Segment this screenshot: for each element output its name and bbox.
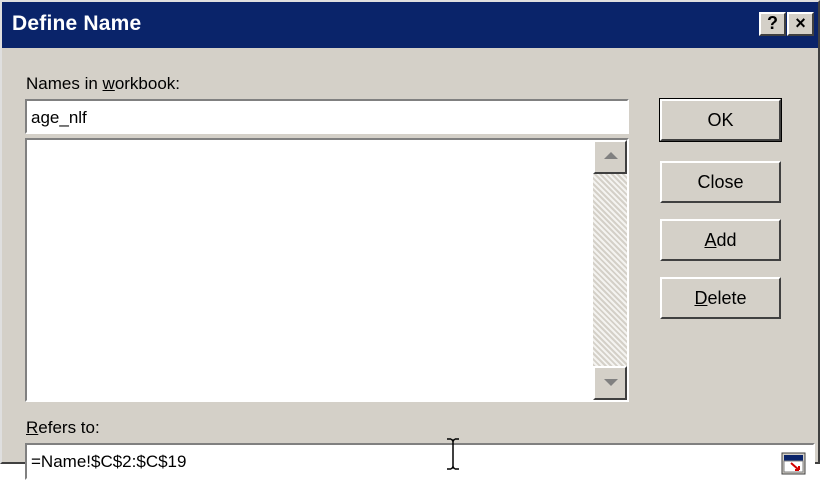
collapse-dialog-button[interactable] [781, 451, 807, 477]
add-button[interactable]: Add [660, 219, 781, 261]
arrow-up-icon [604, 152, 618, 159]
name-input-value: age_nlf [31, 108, 87, 127]
close-window-button[interactable]: × [787, 12, 814, 36]
scroll-up-button[interactable] [593, 140, 627, 174]
name-input[interactable]: age_nlf [25, 99, 629, 134]
define-name-dialog: Define Name ? × Names in workbook: age_n… [0, 0, 820, 480]
text-cursor-icon [447, 438, 459, 470]
refers-to-label: Refers to: [26, 418, 100, 437]
range-select-icon [781, 452, 806, 475]
close-button[interactable]: Close [660, 161, 781, 203]
names-list[interactable] [25, 138, 629, 402]
refers-to-input[interactable]: =Name!$C$2:$C$19 [25, 443, 815, 480]
refers-to-value: =Name!$C$2:$C$19 [31, 452, 187, 471]
question-icon: ? [767, 13, 778, 33]
names-in-workbook-label: Names in workbook: [26, 74, 181, 93]
dialog-title: Define Name [12, 12, 142, 35]
help-button[interactable]: ? [759, 12, 786, 36]
delete-button[interactable]: Delete [660, 277, 781, 319]
title-bar[interactable]: Define Name ? × [2, 2, 818, 48]
scroll-down-button[interactable] [593, 366, 627, 400]
names-list-scrollbar[interactable] [593, 140, 627, 400]
close-icon: × [795, 13, 806, 33]
arrow-down-icon [604, 379, 618, 386]
ok-button[interactable]: OK [659, 98, 782, 142]
